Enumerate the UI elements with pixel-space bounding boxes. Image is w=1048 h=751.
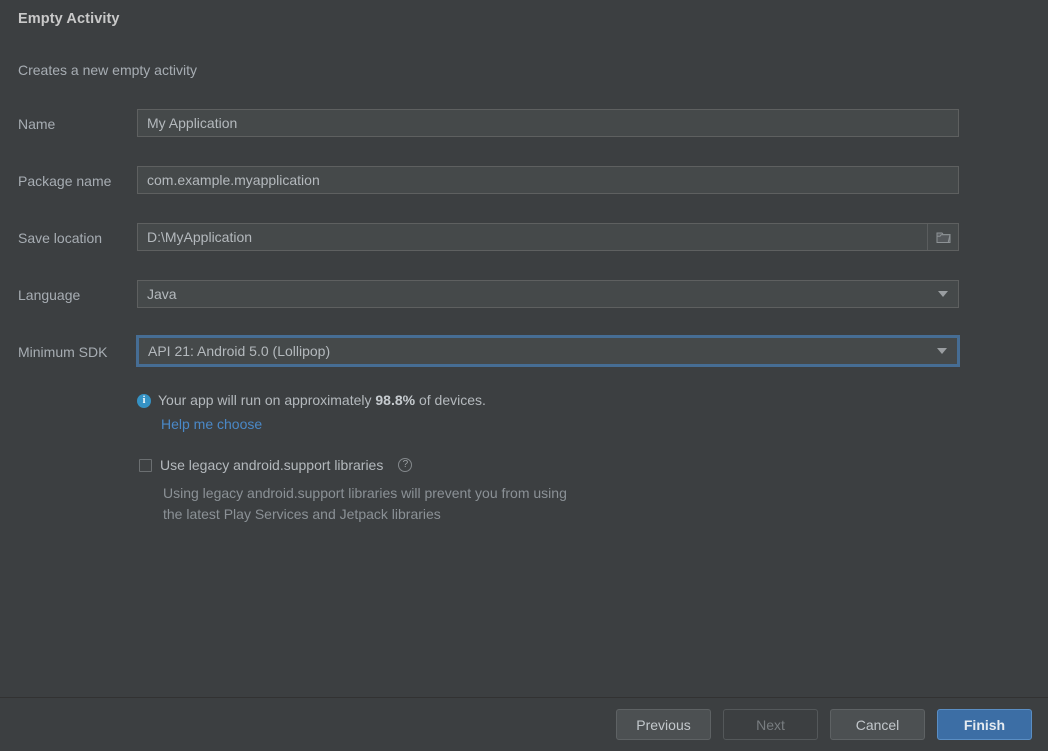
- device-coverage-row: i Your app will run on approximately 98.…: [137, 392, 837, 408]
- package-name-input[interactable]: com.example.myapplication: [137, 166, 959, 194]
- cancel-button[interactable]: Cancel: [830, 709, 925, 740]
- question-mark-icon[interactable]: ?: [398, 458, 413, 472]
- project-config-form: Name My Application Package name com.exa…: [0, 104, 1048, 389]
- chevron-down-icon[interactable]: [927, 338, 957, 364]
- chevron-down-icon[interactable]: [928, 281, 958, 307]
- page-subtitle: Creates a new empty activity: [18, 62, 197, 78]
- minimum-sdk-dropdown[interactable]: API 21: Android 5.0 (Lollipop): [137, 336, 959, 366]
- legacy-libraries-description-line2: the latest Play Services and Jetpack lib…: [163, 506, 441, 522]
- folder-icon: [936, 232, 951, 243]
- browse-folder-button[interactable]: [927, 224, 958, 250]
- label-minimum-sdk: Minimum SDK: [18, 344, 108, 360]
- form-row-language: Language Java: [0, 275, 1048, 332]
- name-input[interactable]: My Application: [137, 109, 959, 137]
- label-package-name: Package name: [18, 173, 112, 189]
- legacy-libraries-row: Use legacy android.support libraries ?: [139, 455, 839, 475]
- device-coverage-percent: 98.8%: [375, 392, 416, 408]
- package-name-input-value: com.example.myapplication: [147, 172, 320, 188]
- language-dropdown[interactable]: Java: [137, 280, 959, 308]
- info-icon: i: [137, 394, 151, 408]
- use-legacy-support-libraries-checkbox[interactable]: [139, 458, 152, 472]
- form-row-name: Name My Application: [0, 104, 1048, 161]
- wizard-footer: Previous Next Cancel Finish: [0, 698, 1048, 751]
- previous-button[interactable]: Previous: [616, 709, 711, 740]
- legacy-libraries-block: Use legacy android.support libraries ? U…: [139, 455, 839, 525]
- form-row-package-name: Package name com.example.myapplication: [0, 161, 1048, 218]
- device-coverage-text: Your app will run on approximately 98.8%…: [158, 392, 486, 408]
- device-coverage-text-after: of devices.: [415, 392, 486, 408]
- label-save-location: Save location: [18, 230, 103, 246]
- device-coverage-info: i Your app will run on approximately 98.…: [137, 392, 837, 432]
- name-input-value: My Application: [147, 115, 238, 131]
- save-location-input-value: D:\MyApplication: [147, 229, 253, 245]
- help-me-choose-link[interactable]: Help me choose: [161, 416, 262, 432]
- label-language: Language: [18, 287, 81, 303]
- legacy-libraries-description: Using legacy android.support libraries w…: [163, 483, 683, 525]
- wizard-header: Empty Activity: [18, 11, 120, 27]
- next-button: Next: [723, 709, 818, 740]
- form-row-minimum-sdk: Minimum SDK API 21: Android 5.0 (Lollipo…: [0, 332, 1048, 389]
- form-row-save-location: Save location D:\MyApplication: [0, 218, 1048, 275]
- minimum-sdk-dropdown-value: API 21: Android 5.0 (Lollipop): [148, 343, 331, 359]
- label-name: Name: [18, 116, 56, 132]
- save-location-input[interactable]: D:\MyApplication: [137, 223, 959, 251]
- language-dropdown-value: Java: [147, 286, 177, 302]
- device-coverage-text-before: Your app will run on approximately: [158, 392, 376, 408]
- finish-button[interactable]: Finish: [937, 709, 1032, 740]
- page-title: Empty Activity: [18, 11, 120, 27]
- use-legacy-support-libraries-label: Use legacy android.support libraries: [160, 457, 384, 473]
- legacy-libraries-description-line1: Using legacy android.support libraries w…: [163, 485, 567, 501]
